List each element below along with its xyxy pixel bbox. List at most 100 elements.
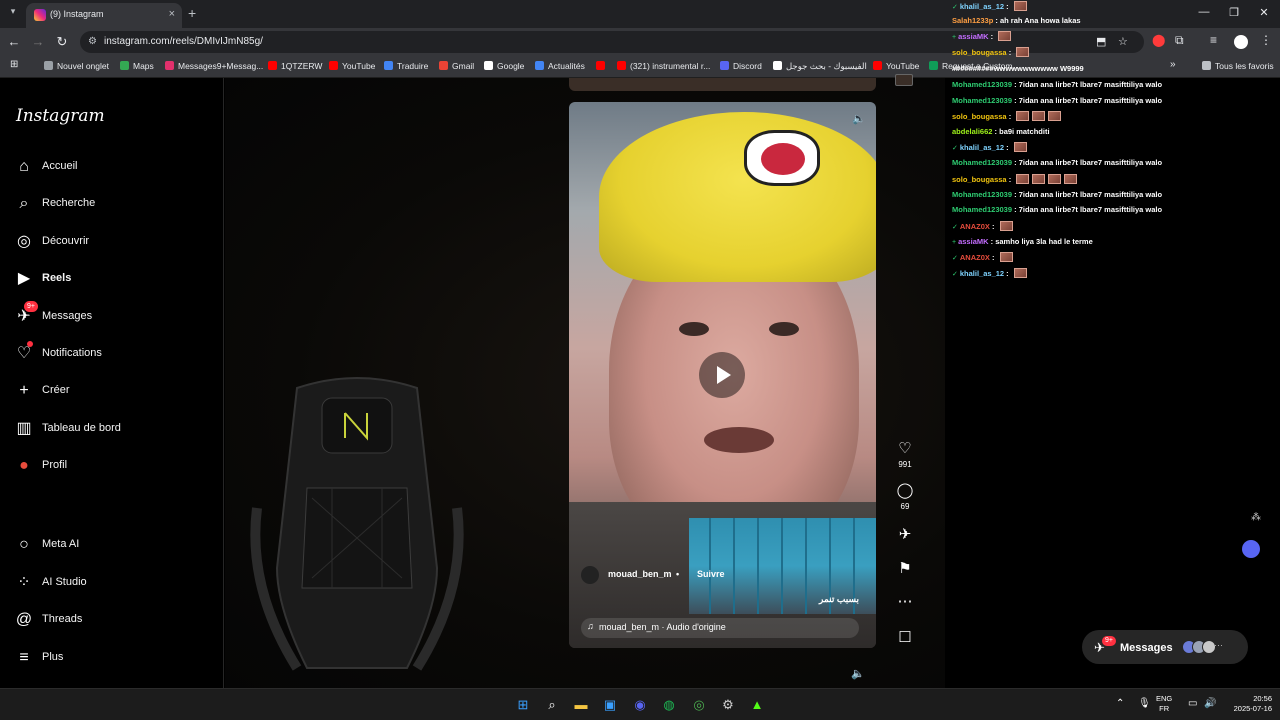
chat-username[interactable]: ANAZ0X <box>960 253 990 262</box>
sidebar-item-threads[interactable]: @ Threads <box>14 609 214 633</box>
instagram-logo[interactable]: Instagram <box>16 106 105 126</box>
forward-arrow-icon[interactable]: → <box>30 34 46 49</box>
chat-username[interactable]: Mohamed123039 <box>952 205 1012 214</box>
reload-icon[interactable]: ↻ <box>54 34 70 50</box>
close-tab-icon[interactable]: × <box>169 8 175 20</box>
microphone-icon[interactable]: 🎙 <box>1138 698 1151 709</box>
chat-username[interactable]: abdelali662 <box>952 127 992 136</box>
previous-reel-edge[interactable] <box>569 78 876 91</box>
bookmark-favicon-icon <box>535 61 544 70</box>
chat-username[interactable]: solo_bougassa <box>952 48 1007 57</box>
chat-username[interactable]: ANAZ0X <box>960 222 990 231</box>
author-avatar[interactable] <box>581 566 599 584</box>
bookmark-item[interactable]: Discord <box>720 61 762 71</box>
sidebar-item-label: Notifications <box>42 347 102 359</box>
sidebar-item-messages[interactable]: ✈ Messages 9+ <box>14 301 214 330</box>
tray-overflow-chevron-icon[interactable]: ⌃ <box>1116 698 1124 709</box>
chat-username[interactable]: assiaMK <box>958 237 988 246</box>
sidebar-item-ai-studio[interactable]: ⁘ AI Studio <box>14 572 214 596</box>
bookmark-item[interactable]: Maps <box>120 61 154 71</box>
input-language-indicator[interactable]: ENG FR <box>1156 694 1172 714</box>
chat-username[interactable]: solo_bougassa <box>952 175 1007 184</box>
bookmark-favicon-icon <box>617 61 626 70</box>
microsoft-store-icon[interactable]: ▣ <box>601 696 619 714</box>
messages-count-badge: 9+ <box>24 301 38 312</box>
system-clock[interactable]: 20:56 2025-07-16 <box>1222 694 1272 714</box>
windows-start-icon[interactable]: ⊞ <box>514 696 532 714</box>
tab-search-dropdown-icon[interactable]: ▾ <box>6 6 20 20</box>
chat-emote-icon <box>1048 111 1062 121</box>
bookmark-label: Maps <box>133 61 154 71</box>
messages-floating-bar[interactable]: ✈ 9+ Messages ··· <box>1082 630 1248 664</box>
bookmark-item[interactable]: Messages9+Messag... <box>165 61 263 71</box>
audio-thumbnail-button[interactable]: ☐ <box>890 629 920 647</box>
new-tab-plus-icon[interactable]: + <box>188 5 196 21</box>
chat-username[interactable]: solo_bougassa <box>952 112 1007 121</box>
network-icon[interactable]: ▭ <box>1188 698 1197 709</box>
search-icon[interactable]: ⌕ <box>543 696 561 714</box>
reel-video[interactable]: 🔈 بسبب تنمر mouad_ben_m • Suivre ♫ mouad… <box>569 102 876 648</box>
send-paper-plane-icon: ✈ <box>898 526 912 543</box>
browser-tab-instagram[interactable]: (9) Instagram × <box>26 3 182 28</box>
bookmark-item[interactable]: Nouvel onglet <box>44 61 109 71</box>
bookmark-item[interactable]: الفيسبوك - بحث جوجل <box>773 61 867 72</box>
chat-username[interactable]: Mohamed123039 <box>952 80 1012 89</box>
chrome-icon[interactable]: ◎ <box>690 696 708 714</box>
bookmark-item[interactable]: YouTube <box>873 61 919 71</box>
bookmark-item[interactable] <box>596 61 609 71</box>
sidebar-item-profile[interactable]: ● Profil <box>14 455 214 479</box>
sidebar-item-dashboard[interactable]: ▥ Tableau de bord <box>14 418 214 442</box>
chat-username[interactable]: khalil_as_12 <box>960 2 1004 11</box>
meta-ai-ring-icon: ○ <box>19 536 29 553</box>
save-button[interactable]: ⚑ <box>890 560 920 578</box>
sidebar-item-more[interactable]: ≡ Plus <box>14 647 214 671</box>
discord-overlay-icon[interactable] <box>1242 540 1260 558</box>
chat-username[interactable]: Mohamed123039 <box>952 96 1012 105</box>
chat-username[interactable]: khalil_as_12 <box>960 269 1004 278</box>
bookmark-item[interactable]: (321) instrumental r... <box>617 61 710 71</box>
audio-attribution[interactable]: ♫ mouad_ben_m · Audio d'origine <box>581 618 859 638</box>
bookmark-item[interactable]: Actualités <box>535 61 585 71</box>
settings-gear-icon[interactable]: ⚙ <box>719 696 737 714</box>
volume-icon[interactable]: 🔊 <box>1204 698 1216 709</box>
file-explorer-icon[interactable]: ▬ <box>572 696 590 714</box>
apps-grid-icon[interactable]: ⊞ <box>10 59 18 70</box>
sidebar-item-meta-ai[interactable]: ○ Meta AI <box>14 534 214 558</box>
sidebar-item-create[interactable]: + Créer <box>14 380 214 404</box>
bookmark-favicon-icon <box>384 61 393 70</box>
sidebar-item-search[interactable]: ⌕ Recherche <box>14 193 214 217</box>
sidebar-item-label: Threads <box>42 613 83 625</box>
sidebar-item-label: Recherche <box>42 197 96 209</box>
share-button[interactable]: ✈ <box>890 526 920 544</box>
more-options-button[interactable]: ⋯ <box>890 593 920 611</box>
chat-username[interactable]: khalil_as_12 <box>960 143 1004 152</box>
like-button[interactable]: ♡ 991 <box>890 440 920 469</box>
sidebar-item-notifications[interactable]: ♡ Notifications <box>14 341 214 367</box>
bookmark-item[interactable]: 1QTZERW <box>268 61 322 71</box>
bookmark-item[interactable]: YouTube <box>329 61 375 71</box>
sound-icon-bottom[interactable]: 🔈 <box>851 667 865 680</box>
chat-emote-icon <box>1064 174 1078 184</box>
chat-username[interactable]: Salah1233p <box>952 16 993 25</box>
comment-button[interactable]: ◯ 69 <box>890 482 920 511</box>
back-arrow-icon[interactable]: ← <box>6 34 22 49</box>
play-button[interactable] <box>699 352 745 398</box>
author-username[interactable]: mouad_ben_m <box>608 569 672 579</box>
bookmark-label: YouTube <box>886 61 920 71</box>
sidebar-item-reels[interactable]: ▶ Reels <box>14 268 214 292</box>
floating-widget-icon[interactable]: ⁂ <box>1248 512 1264 526</box>
sidebar-item-explore[interactable]: ◎ Découvrir <box>14 231 214 255</box>
discord-taskbar-icon[interactable]: ◉ <box>631 696 649 714</box>
sidebar-item-home[interactable]: ⌂ Accueil <box>14 156 214 180</box>
chat-username[interactable]: assiaMK <box>958 32 988 41</box>
spotify-icon[interactable]: ◍ <box>660 696 678 714</box>
chat-username[interactable]: Mohamed123039 <box>952 190 1012 199</box>
bookmark-item[interactable]: Google <box>484 61 524 71</box>
kick-app-icon[interactable]: ▲ <box>748 696 766 714</box>
follow-button[interactable]: Suivre <box>697 569 725 579</box>
bookmark-item[interactable]: Gmail <box>439 61 474 71</box>
bookmark-item[interactable]: Traduire <box>384 61 428 71</box>
sound-icon[interactable]: 🔈 <box>852 112 866 125</box>
chat-username[interactable]: Mohamed123039 <box>952 158 1012 167</box>
site-info-icon[interactable]: ⚙ <box>88 36 97 47</box>
